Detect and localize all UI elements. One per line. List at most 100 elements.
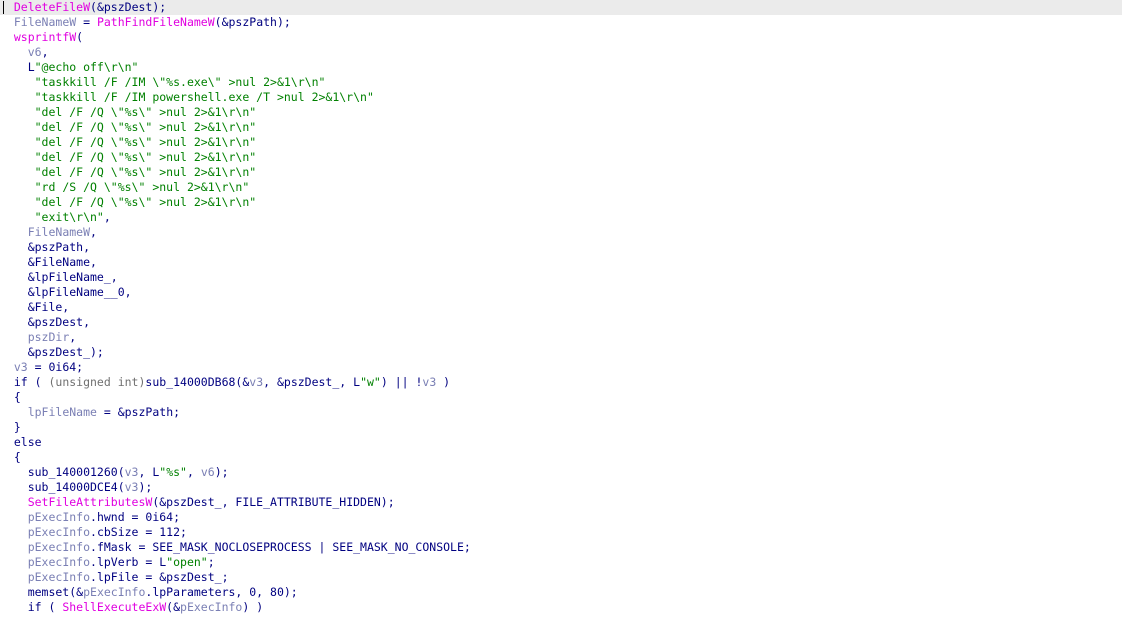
code-line[interactable]: } <box>0 420 1122 435</box>
variable-token: v3 <box>249 375 264 389</box>
code-line[interactable]: "del /F /Q \"%s\" >nul 2>&1\r\n" <box>0 105 1122 120</box>
code-line[interactable]: sub_140001260(v3, L"%s", v6); <box>0 465 1122 480</box>
code-token: ( <box>76 30 84 44</box>
code-line[interactable]: "del /F /Q \"%s\" >nul 2>&1\r\n" <box>0 150 1122 165</box>
code-line[interactable]: L"@echo off\r\n" <box>0 60 1122 75</box>
string-literal-token: "%s" <box>159 465 187 479</box>
code-line[interactable]: "taskkill /F /IM \"%s.exe\" >nul 2>&1\r\… <box>0 75 1122 90</box>
api-call-token: PathFindFileNameW <box>96 15 215 29</box>
code-line[interactable]: { <box>0 450 1122 465</box>
code-token: &lpFileName__0, <box>0 285 132 299</box>
code-token: = <box>76 15 97 29</box>
code-line[interactable]: DeleteFileW(&pszDest); <box>0 0 1122 15</box>
code-line[interactable]: memset(&pExecInfo.lpParameters, 0, 80); <box>0 585 1122 600</box>
code-line[interactable]: "del /F /Q \"%s\" >nul 2>&1\r\n" <box>0 165 1122 180</box>
code-line[interactable]: "del /F /Q \"%s\" >nul 2>&1\r\n" <box>0 135 1122 150</box>
code-line[interactable]: FileNameW = PathFindFileNameW(&pszPath); <box>0 15 1122 30</box>
code-token: , <box>90 225 97 239</box>
code-line[interactable]: v6, <box>0 45 1122 60</box>
string-literal-token: "del /F /Q \"%s\" >nul 2>&1\r\n" <box>34 165 257 179</box>
code-line[interactable]: "exit\r\n", <box>0 210 1122 225</box>
code-line[interactable]: pExecInfo.lpFile = &pszDest_; <box>0 570 1122 585</box>
code-token: , <box>41 45 49 59</box>
code-token: = 0i64; <box>27 360 84 374</box>
code-line[interactable]: v3 = 0i64; <box>0 360 1122 375</box>
string-literal-token: "del /F /Q \"%s\" >nul 2>&1\r\n" <box>34 195 257 209</box>
variable-token: lpFileName <box>27 405 97 419</box>
code-token: .lpParameters, 0, 80); <box>145 585 298 599</box>
code-line[interactable]: &pszDest_); <box>0 345 1122 360</box>
code-token: .cbSize = 112; <box>90 525 187 539</box>
code-line[interactable]: lpFileName = &pszPath; <box>0 405 1122 420</box>
api-call-token: DeleteFileW <box>13 0 91 14</box>
code-line[interactable]: { <box>0 390 1122 405</box>
code-token: else <box>0 435 42 449</box>
code-line[interactable]: if ( ShellExecuteExW(&pExecInfo) ) <box>0 600 1122 615</box>
code-line[interactable]: &pszPath, <box>0 240 1122 255</box>
code-token: &FileName, <box>0 255 97 269</box>
text-cursor <box>3 1 4 14</box>
variable-token: FileNameW <box>27 225 91 239</box>
code-line[interactable]: "del /F /Q \"%s\" >nul 2>&1\r\n" <box>0 195 1122 210</box>
code-line[interactable]: pExecInfo.fMask = SEE_MASK_NOCLOSEPROCES… <box>0 540 1122 555</box>
variable-token: v3 <box>124 480 139 494</box>
code-token: sub_14000DB68(& <box>145 375 250 389</box>
code-line[interactable]: else <box>0 435 1122 450</box>
variable-token: pExecInfo <box>27 510 91 524</box>
code-token: if ( <box>0 600 63 614</box>
code-token: ) <box>436 375 451 389</box>
code-line[interactable]: SetFileAttributesW(&pszDest_, FILE_ATTRI… <box>0 495 1122 510</box>
code-token: , &pszDest_, L <box>263 375 361 389</box>
variable-token: pExecInfo <box>27 555 91 569</box>
code-token: .lpVerb = L <box>90 555 167 569</box>
code-line[interactable]: FileNameW, <box>0 225 1122 240</box>
code-line[interactable]: wsprintfW( <box>0 30 1122 45</box>
code-line[interactable]: "rd /S /Q \"%s\" >nul 2>&1\r\n" <box>0 180 1122 195</box>
variable-token: v6 <box>200 465 215 479</box>
code-token: , L <box>138 465 160 479</box>
code-line[interactable]: "del /F /Q \"%s\" >nul 2>&1\r\n" <box>0 120 1122 135</box>
code-line[interactable]: pExecInfo.hwnd = 0i64; <box>0 510 1122 525</box>
code-line[interactable]: &File, <box>0 300 1122 315</box>
code-token: (&pszPath); <box>214 15 291 29</box>
code-line[interactable]: "taskkill /F /IM powershell.exe /T >nul … <box>0 90 1122 105</box>
code-token: .lpFile = &pszDest_; <box>90 570 229 584</box>
api-call-token: wsprintfW <box>13 30 77 44</box>
code-line[interactable]: sub_14000DCE4(v3); <box>0 480 1122 495</box>
string-literal-token: "del /F /Q \"%s\" >nul 2>&1\r\n" <box>34 150 257 164</box>
code-line[interactable]: pExecInfo.cbSize = 112; <box>0 525 1122 540</box>
code-line[interactable]: &FileName, <box>0 255 1122 270</box>
pseudocode-view[interactable]: DeleteFileW(&pszDest); FileNameW = PathF… <box>0 0 1122 617</box>
code-token: = &pszPath; <box>96 405 181 419</box>
string-literal-token: "taskkill /F /IM powershell.exe /T >nul … <box>34 90 374 104</box>
code-line[interactable]: &lpFileName_, <box>0 270 1122 285</box>
variable-token: pExecInfo <box>27 525 91 539</box>
code-token: &pszDest_); <box>0 345 104 359</box>
code-token: sub_14000DCE4( <box>0 480 125 494</box>
variable-token: pExecInfo <box>27 570 91 584</box>
code-token: (& <box>166 600 181 614</box>
code-token: (&pszDest_, FILE_ATTRIBUTE_HIDDEN); <box>152 495 395 509</box>
code-line[interactable]: pExecInfo.lpVerb = L"open"; <box>0 555 1122 570</box>
code-line[interactable]: &lpFileName__0, <box>0 285 1122 300</box>
variable-token: pszDir <box>27 330 70 344</box>
code-line[interactable]: pszDir, <box>0 330 1122 345</box>
code-line[interactable]: if ( (unsigned int)sub_14000DB68(&v3, &p… <box>0 375 1122 390</box>
variable-token: FileNameW <box>13 15 77 29</box>
code-token: ) || ! <box>380 375 423 389</box>
variable-token: v3 <box>124 465 139 479</box>
code-token: , <box>186 465 201 479</box>
code-line[interactable]: &pszDest, <box>0 315 1122 330</box>
